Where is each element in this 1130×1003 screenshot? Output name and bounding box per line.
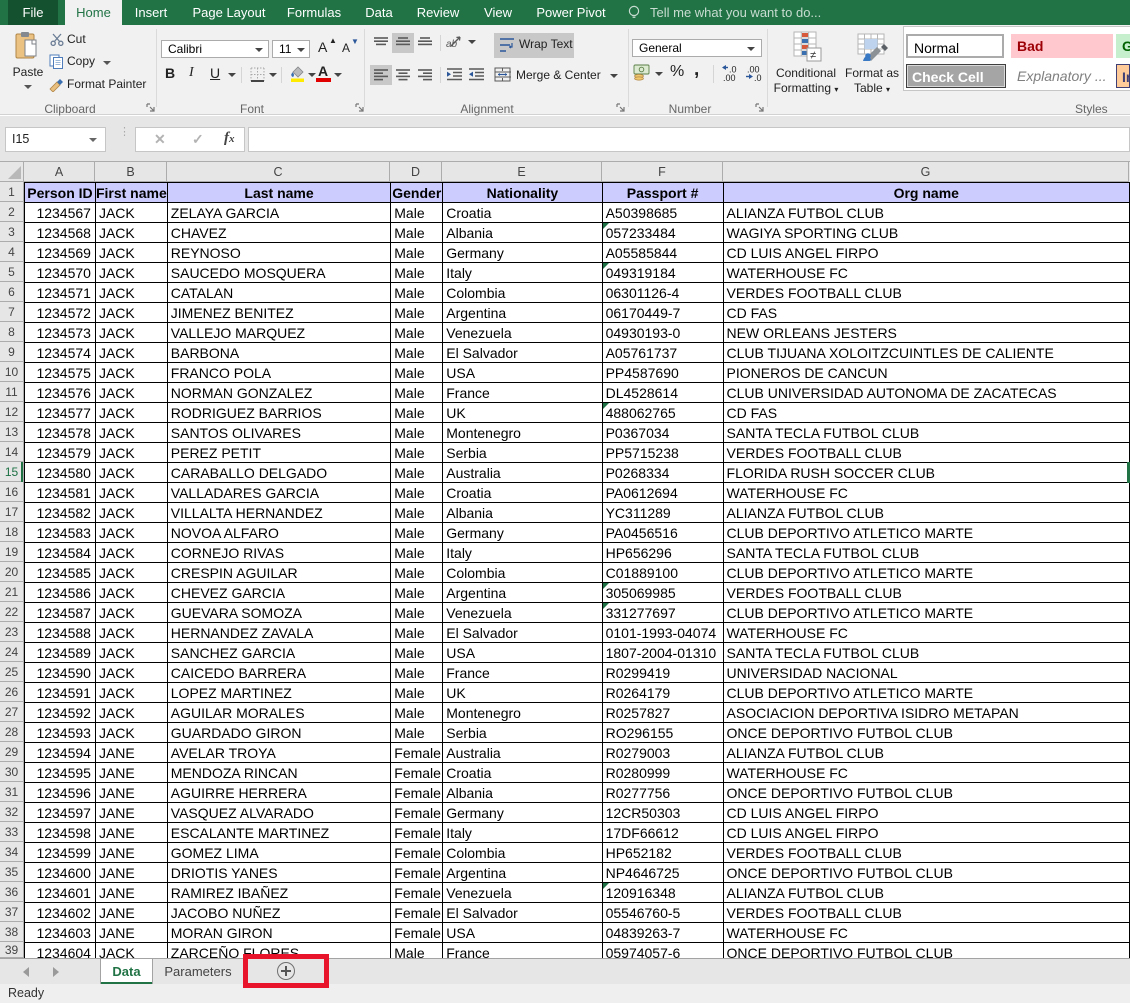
svg-text:≠: ≠ bbox=[810, 50, 816, 62]
svg-text:.0: .0 bbox=[754, 73, 762, 82]
svg-text:ab: ab bbox=[446, 39, 458, 50]
svg-text:.00: .00 bbox=[723, 73, 736, 82]
